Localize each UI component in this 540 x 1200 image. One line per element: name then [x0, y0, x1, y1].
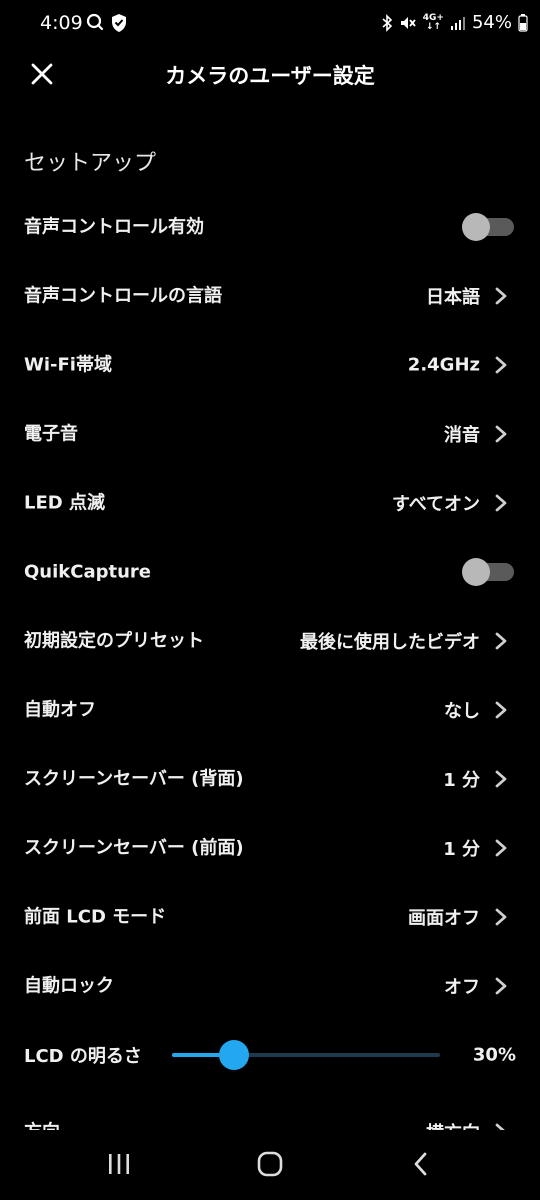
setting-auto-off[interactable]: 自動オフ なし — [0, 675, 540, 744]
setting-default-preset[interactable]: 初期設定のプリセット 最後に使用したビデオ — [0, 606, 540, 675]
setting-voice-control[interactable]: 音声コントロール有効 — [0, 192, 540, 261]
setting-orientation[interactable]: 方向 横方向 — [0, 1110, 540, 1130]
setting-value: 消音 — [444, 424, 480, 446]
voice-control-toggle[interactable] — [462, 212, 514, 241]
setting-value: 1 分 — [443, 769, 480, 791]
back-button[interactable] — [396, 1148, 446, 1184]
setting-label: Wi-Fi帯域 — [24, 354, 112, 375]
battery-percent: 54% — [471, 12, 512, 33]
shield-icon — [110, 13, 128, 37]
brightness-value: 30% — [472, 1044, 516, 1065]
mute-icon — [399, 14, 417, 32]
brightness-label: LCD の明るさ — [24, 1045, 142, 1067]
lte-icon: 4G+ ↓↑ — [422, 12, 444, 32]
setting-led[interactable]: LED 点滅 すべてオン — [0, 468, 540, 537]
status-left-icons — [86, 13, 128, 37]
setting-beeps[interactable]: 電子音 消音 — [0, 399, 540, 468]
chevron-right-icon — [495, 1123, 505, 1130]
chevron-right-icon — [495, 632, 507, 649]
setting-value: オフ — [444, 976, 480, 998]
setting-lcd-brightness: LCD の明るさ 30% — [0, 1020, 540, 1089]
status-time: 4:09 — [40, 12, 83, 34]
page-title: カメラのユーザー設定 — [165, 64, 375, 88]
toggle-knob — [462, 557, 490, 586]
chevron-right-icon — [495, 425, 507, 442]
setting-label: 電子音 — [24, 423, 78, 444]
battery-icon — [518, 13, 528, 32]
setting-value: 最後に使用したビデオ — [300, 631, 480, 653]
search-icon — [86, 13, 104, 37]
bluetooth-icon — [381, 13, 393, 32]
brightness-slider[interactable] — [172, 1040, 440, 1070]
home-button[interactable] — [245, 1148, 295, 1184]
setting-value: 日本語 — [426, 286, 480, 308]
header: カメラのユーザー設定 — [0, 48, 540, 104]
home-icon[interactable] — [256, 1150, 284, 1182]
status-bar: 4:09 4G+ ↓↑ 54% — [0, 0, 540, 48]
chevron-right-icon — [495, 287, 507, 304]
setting-value: 1 分 — [443, 838, 480, 860]
setting-front-lcd-mode[interactable]: 前面 LCD モード 画面オフ — [0, 882, 540, 951]
setting-auto-lock[interactable]: 自動ロック オフ — [0, 951, 540, 1020]
chevron-right-icon — [495, 356, 507, 373]
navigation-bar — [0, 1130, 540, 1200]
toggle-knob — [462, 212, 490, 241]
setting-quikcapture[interactable]: QuikCapture — [0, 537, 540, 606]
recents-button[interactable] — [94, 1148, 144, 1184]
chevron-right-icon — [495, 770, 507, 787]
setting-label: 自動オフ — [24, 699, 96, 720]
back-icon[interactable] — [411, 1151, 431, 1181]
chevron-right-icon — [495, 908, 507, 925]
setting-value: 2.4GHz — [407, 354, 480, 375]
setting-value: なし — [444, 700, 480, 722]
chevron-right-icon — [495, 839, 507, 856]
chevron-right-icon — [495, 977, 507, 994]
setting-label: 自動ロック — [24, 975, 114, 996]
setting-label: 方向 — [24, 1121, 60, 1131]
settings-list: 音声コントロール有効 音声コントロールの言語 日本語 Wi-Fi帯域 2.4GH… — [0, 192, 540, 1089]
setting-label: 前面 LCD モード — [24, 906, 167, 927]
setting-value: 画面オフ — [408, 907, 480, 929]
chevron-right-icon — [495, 494, 507, 511]
setting-label: 音声コントロール有効 — [24, 216, 204, 237]
setting-screensaver-front[interactable]: スクリーンセーバー (前面) 1 分 — [0, 813, 540, 882]
setting-value: すべてオン — [391, 493, 480, 515]
setting-label: QuikCapture — [24, 561, 152, 582]
recents-icon[interactable] — [106, 1152, 132, 1180]
signal-icon — [450, 15, 466, 31]
quikcapture-toggle[interactable] — [462, 557, 514, 586]
section-title: セットアップ — [24, 151, 157, 176]
setting-label: スクリーンセーバー (前面) — [24, 837, 244, 858]
chevron-right-icon — [495, 701, 507, 718]
setting-label: スクリーンセーバー (背面) — [24, 768, 244, 789]
setting-label: LED 点滅 — [24, 492, 105, 513]
setting-value: 横方向 — [426, 1119, 480, 1130]
setting-label: 音声コントロールの言語 — [24, 285, 222, 306]
setting-voice-language[interactable]: 音声コントロールの言語 日本語 — [0, 261, 540, 330]
status-right-icons: 4G+ ↓↑ 54% — [381, 12, 528, 33]
setting-wifi-band[interactable]: Wi-Fi帯域 2.4GHz — [0, 330, 540, 399]
setting-label: 初期設定のプリセット — [24, 630, 204, 651]
brightness-slider-thumb[interactable] — [219, 1040, 249, 1070]
setting-screensaver-rear[interactable]: スクリーンセーバー (背面) 1 分 — [0, 744, 540, 813]
